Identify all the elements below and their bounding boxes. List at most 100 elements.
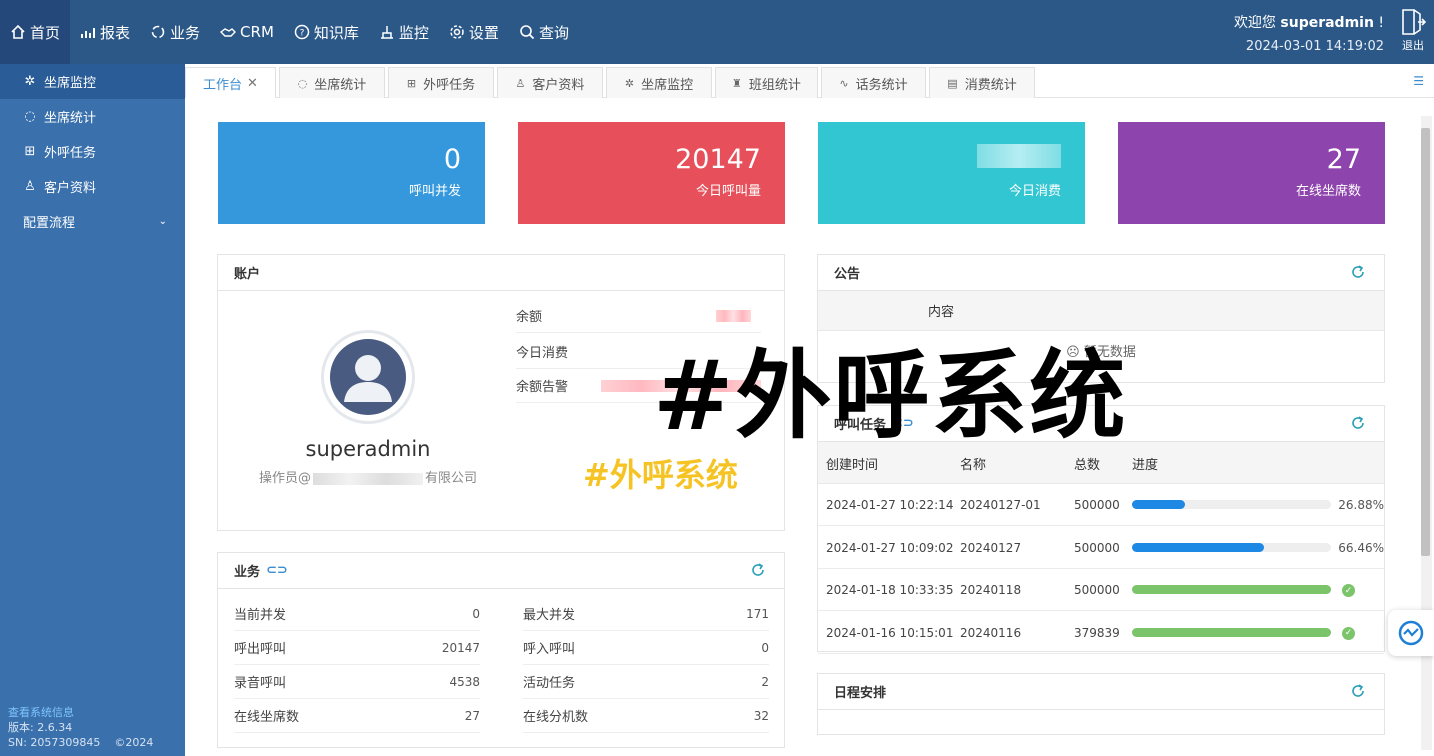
user-icon: ♙ <box>24 179 36 194</box>
panel-header: 账户 <box>218 255 784 291</box>
table-row[interactable]: 2024-01-27 10:22:14 20240127-01 500000 26.8… <box>818 484 1384 526</box>
stat-value <box>818 144 1061 176</box>
progress-percent: 66.46% <box>1338 540 1384 555</box>
nav-knowledge[interactable]: ? 知识库 <box>284 0 369 64</box>
task-total: 500000 <box>1074 540 1120 555</box>
agent-icon: ✲ <box>24 74 36 89</box>
tab-label: 客户资料 <box>532 77 585 93</box>
business-row-outbound: 呼出呼叫 20147 <box>234 631 480 665</box>
task-total: 500000 <box>1074 498 1120 512</box>
sn-text: SN: 2057309845 <box>8 736 101 749</box>
refresh-icon[interactable] <box>1350 415 1366 431</box>
nav-monitor[interactable]: 监控 <box>369 0 439 64</box>
close-icon[interactable]: ✕ <box>247 76 258 91</box>
row-label: 录音呼叫 <box>234 676 287 691</box>
row-label: 呼出呼叫 <box>234 642 287 657</box>
nav-label: 业务 <box>170 23 201 42</box>
tab-agent-monitor[interactable]: ✲ 坐席监控 <box>606 67 712 98</box>
progress-percent: 26.88% <box>1338 498 1384 512</box>
tab-team-stats[interactable]: ♜ 班组统计 <box>715 67 818 98</box>
row-label: 最大并发 <box>523 608 576 623</box>
task-created-time: 2024-01-16 10:15:01 <box>826 625 954 640</box>
link-icon[interactable]: ⊂⊃ <box>266 563 288 578</box>
nav-label: 知识库 <box>313 23 359 42</box>
org-prefix: 操作员@ <box>258 471 311 486</box>
current-datetime: 2024-03-01 14:19:02 <box>1245 39 1384 54</box>
tab-label: 坐席统计 <box>314 77 367 93</box>
notice-table-header: 内容 <box>818 291 1384 331</box>
task-created-time: 2024-01-27 10:22:14 <box>826 498 954 512</box>
tab-label: 消费统计 <box>964 77 1017 93</box>
tab-menu-icon[interactable]: ☰ <box>1413 74 1424 88</box>
refresh-icon[interactable] <box>1350 683 1366 699</box>
sidebar-item-config-flow[interactable]: 配置流程 ⌄ <box>0 204 185 239</box>
nav-settings[interactable]: 设置 <box>439 0 509 64</box>
tab-consumption-stats[interactable]: ▤ 消费统计 <box>929 67 1035 98</box>
row-value: 0 <box>761 640 769 655</box>
tab-outbound-task[interactable]: ⊞ 外呼任务 <box>388 67 494 98</box>
logout-icon <box>1402 9 1426 35</box>
nav-label: 查询 <box>538 23 569 42</box>
tab-workbench[interactable]: 工作台 ✕ <box>185 67 276 98</box>
tab-traffic-stats[interactable]: ∿ 话务统计 <box>821 67 926 98</box>
chevron-down-icon: ⌄ <box>158 216 167 227</box>
nav-label: 首页 <box>30 23 61 42</box>
refresh-icon[interactable] <box>750 562 766 578</box>
user-avatar-icon <box>330 339 406 415</box>
table-row[interactable]: 2024-01-18 10:33:35 20240118 500000 ✓ <box>818 569 1384 611</box>
sidebar-item-agent-monitor[interactable]: ✲ 坐席监控 <box>0 64 185 99</box>
progress-fill <box>1132 585 1331 594</box>
handshake-icon <box>220 28 237 37</box>
card-icon: ▤ <box>947 76 958 90</box>
sidebar-item-outbound-task[interactable]: ⊞ 外呼任务 <box>0 134 185 169</box>
stat-label: 在线坐席数 <box>1295 184 1361 199</box>
check-icon: ✓ <box>1342 626 1355 640</box>
tab-agent-stats[interactable]: ◌ 坐席统计 <box>279 67 385 98</box>
panel-header: 日程安排 <box>818 674 1384 710</box>
nav-crm[interactable]: CRM <box>210 0 284 64</box>
nav-business[interactable]: 业务 <box>140 0 210 64</box>
progress-fill <box>1132 542 1265 552</box>
watermark-large: #外呼系统 <box>653 340 1128 452</box>
table-row[interactable]: 2024-01-27 10:09:02 20240127 500000 66.46% <box>818 527 1384 569</box>
team-icon: ♜ <box>732 76 742 90</box>
row-value: 20147 <box>441 640 480 655</box>
pulse-icon: ∿ <box>839 76 849 90</box>
task-created-time: 2024-01-18 10:33:35 <box>826 583 954 597</box>
row-value: 171 <box>746 606 769 621</box>
tab-label: 外呼任务 <box>423 77 476 93</box>
row-value: 2 <box>761 674 769 689</box>
tab-label: 话务统计 <box>855 77 908 93</box>
agent-icon: ✲ <box>624 76 635 90</box>
table-row[interactable]: 2024-01-16 10:15:01 20240116 379839 ✓ <box>818 612 1384 654</box>
sidebar-item-customer[interactable]: ♙ 客户资料 <box>0 169 185 204</box>
floating-help-button[interactable] <box>1388 610 1434 656</box>
grid-icon: ⊞ <box>24 144 36 159</box>
nav-label: 监控 <box>398 23 429 42</box>
search-icon <box>520 25 535 40</box>
system-info-link[interactable]: 查看系统信息 <box>8 705 153 720</box>
refresh-icon[interactable] <box>1350 264 1366 280</box>
chart-icon <box>81 28 96 38</box>
stat-today-calls: 20147 今日呼叫量 <box>518 122 785 224</box>
workbench-content: 0 呼叫并发 20147 今日呼叫量 今日消费 27 在线坐席数 账户 superad… <box>185 98 1434 756</box>
row-value: 27 <box>464 708 480 723</box>
business-row-online-agents: 在线坐席数 27 <box>234 699 480 733</box>
svg-text:?: ? <box>300 29 305 39</box>
scrollbar-thumb[interactable] <box>1421 128 1430 556</box>
progress-bar <box>1132 542 1331 552</box>
nav-home[interactable]: 首页 <box>0 0 71 64</box>
tab-customer[interactable]: ♙ 客户资料 <box>497 67 603 98</box>
row-label: 余额告警 <box>516 380 569 395</box>
assistant-icon <box>1398 620 1424 646</box>
account-row-balance: 余额 <box>516 299 761 333</box>
row-label: 在线坐席数 <box>234 710 300 725</box>
logout-button[interactable]: 退出 <box>1398 8 1428 53</box>
nav-label: 设置 <box>468 23 499 42</box>
nav-query[interactable]: 查询 <box>509 0 579 64</box>
stat-concurrent: 0 呼叫并发 <box>218 122 485 224</box>
nav-reports[interactable]: 报表 <box>70 0 140 64</box>
account-org: 操作员@ 有限公司 <box>238 467 498 486</box>
sidebar-item-agent-stats[interactable]: ◌ 坐席统计 <box>0 99 185 134</box>
task-total: 379839 <box>1074 625 1120 640</box>
